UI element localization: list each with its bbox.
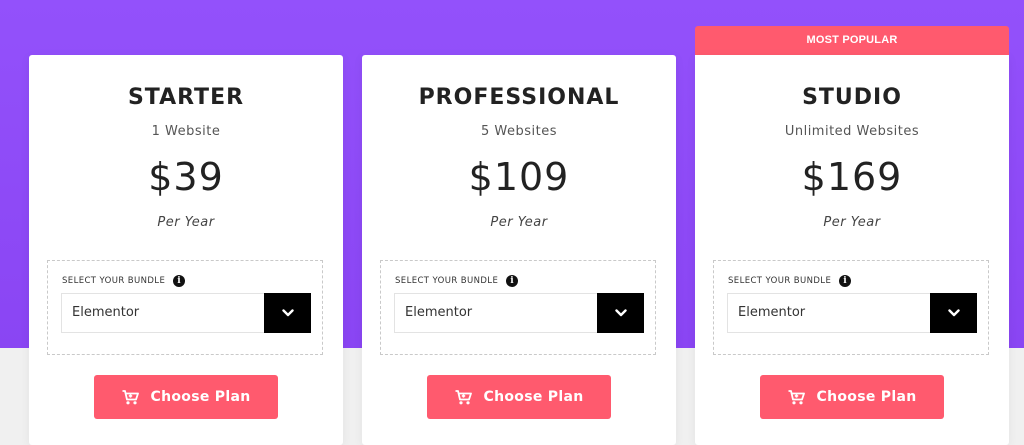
plan-sites: 5 Websites xyxy=(481,124,557,139)
choose-plan-label: Choose Plan xyxy=(483,389,584,405)
bundle-dropdown-button[interactable] xyxy=(930,293,977,333)
bundle-label: SELECT YOUR BUNDLE i xyxy=(62,275,186,287)
bundle-select[interactable]: Elementor xyxy=(727,293,977,333)
bundle-label: SELECT YOUR BUNDLE i xyxy=(395,275,519,287)
chevron-down-icon xyxy=(947,309,960,317)
plan-period: Per Year xyxy=(490,215,548,230)
pricing-card-studio: STUDIO Unlimited Websites $169 Per Year … xyxy=(695,55,1009,445)
bundle-select-value: Elementor xyxy=(72,305,140,320)
info-icon[interactable]: i xyxy=(506,275,519,287)
pricing-card-professional: PROFESSIONAL 5 Websites $109 Per Year SE… xyxy=(362,55,676,445)
info-icon[interactable]: i xyxy=(173,275,186,287)
plan-name: PROFESSIONAL xyxy=(418,85,620,110)
bundle-select-value: Elementor xyxy=(738,305,806,320)
choose-plan-label: Choose Plan xyxy=(150,389,251,405)
choose-plan-button[interactable]: Choose Plan xyxy=(94,375,278,419)
cart-icon xyxy=(455,389,472,405)
bundle-select[interactable]: Elementor xyxy=(61,293,311,333)
choose-plan-button[interactable]: Choose Plan xyxy=(760,375,944,419)
plan-price: $39 xyxy=(148,155,224,199)
bundle-select-value: Elementor xyxy=(405,305,473,320)
choose-plan-button[interactable]: Choose Plan xyxy=(427,375,611,419)
bundle-selector-box: SELECT YOUR BUNDLE i Elementor xyxy=(713,260,989,355)
plan-period: Per Year xyxy=(823,215,881,230)
cart-icon xyxy=(122,389,139,405)
bundle-label: SELECT YOUR BUNDLE i xyxy=(728,275,852,287)
bundle-selector-box: SELECT YOUR BUNDLE i Elementor xyxy=(47,260,323,355)
chevron-down-icon xyxy=(614,309,627,317)
choose-plan-label: Choose Plan xyxy=(816,389,917,405)
most-popular-ribbon: MOST POPULAR xyxy=(695,26,1009,55)
cart-icon xyxy=(788,389,805,405)
bundle-selector-box: SELECT YOUR BUNDLE i Elementor xyxy=(380,260,656,355)
bundle-label-text: SELECT YOUR BUNDLE xyxy=(728,276,832,286)
info-icon[interactable]: i xyxy=(839,275,852,287)
bundle-label-text: SELECT YOUR BUNDLE xyxy=(395,276,499,286)
pricing-card-starter: STARTER 1 Website $39 Per Year SELECT YO… xyxy=(29,55,343,445)
bundle-select[interactable]: Elementor xyxy=(394,293,644,333)
plan-price: $169 xyxy=(801,155,903,199)
bundle-label-text: SELECT YOUR BUNDLE xyxy=(62,276,166,286)
plan-name: STARTER xyxy=(127,85,245,110)
bundle-dropdown-button[interactable] xyxy=(597,293,644,333)
bundle-dropdown-button[interactable] xyxy=(264,293,311,333)
plan-price: $109 xyxy=(468,155,570,199)
plan-sites: Unlimited Websites xyxy=(784,124,920,139)
chevron-down-icon xyxy=(281,309,294,317)
plan-name: STUDIO xyxy=(802,85,902,110)
plan-period: Per Year xyxy=(157,215,215,230)
plan-sites: 1 Website xyxy=(151,124,221,139)
